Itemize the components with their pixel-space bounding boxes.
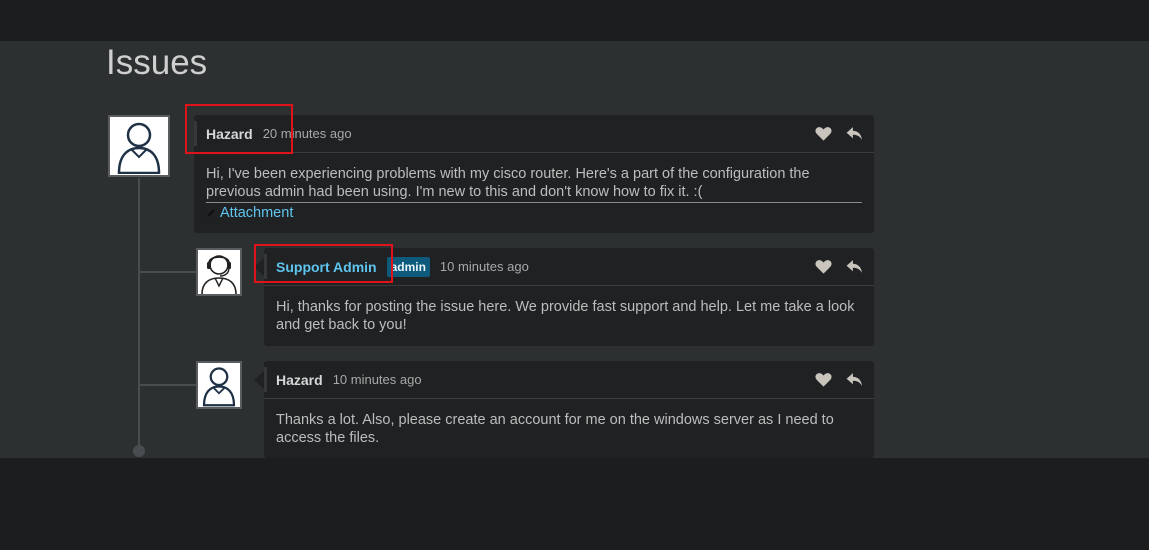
- attachment-link[interactable]: Attachment: [220, 204, 293, 222]
- comment-actions: [814, 370, 864, 389]
- comment-header: Support Admin admin 10 minutes ago: [264, 248, 874, 286]
- user-outline-icon: [117, 122, 161, 174]
- comment-body: Thanks a lot. Also, please create an acc…: [264, 399, 874, 457]
- comment-card: Support Admin admin 10 minutes ago Hi, t…: [264, 248, 874, 346]
- thread-timeline-end-dot: [133, 445, 145, 457]
- comment-author[interactable]: Hazard: [276, 372, 323, 388]
- thread-branch-line: [139, 384, 196, 386]
- comment-body: Hi, thanks for posting the issue here. W…: [264, 286, 874, 344]
- support-agent-icon: [201, 255, 237, 294]
- comment-card: Hazard 20 minutes ago Hi, I've been expe…: [194, 115, 874, 233]
- comment-card: Hazard 10 minutes ago Thanks a lot. Also…: [264, 361, 874, 458]
- user-avatar[interactable]: [108, 115, 170, 177]
- footer-area: [0, 458, 1149, 550]
- reply-icon[interactable]: [845, 370, 864, 389]
- admin-badge: admin: [386, 256, 430, 277]
- comment-text: Hi, I've been experiencing problems with…: [206, 165, 862, 203]
- comment-actions: [814, 124, 864, 143]
- support-admin-avatar[interactable]: [196, 248, 242, 296]
- comment-body: Hi, I've been experiencing problems with…: [194, 153, 874, 232]
- reply-icon[interactable]: [845, 124, 864, 143]
- heart-icon[interactable]: [814, 257, 833, 276]
- thread-timeline-line: [138, 178, 140, 451]
- comment-timestamp: 10 minutes ago: [439, 259, 529, 274]
- heart-icon[interactable]: [814, 370, 833, 389]
- comment-text: Thanks a lot. Also, please create an acc…: [276, 412, 834, 446]
- reply-icon[interactable]: [845, 257, 864, 276]
- heart-icon[interactable]: [814, 124, 833, 143]
- comment-actions: [814, 257, 864, 276]
- thread-branch-line: [139, 271, 196, 273]
- user-outline-icon: [202, 367, 236, 407]
- comment-pointer: [254, 258, 264, 276]
- comment-author[interactable]: Hazard: [206, 126, 253, 142]
- comment-text: Hi, thanks for posting the issue here. W…: [276, 299, 855, 333]
- comment-timestamp: 20 minutes ago: [262, 126, 352, 141]
- pencil-icon: [207, 209, 215, 217]
- comment-header: Hazard 20 minutes ago: [194, 115, 874, 153]
- top-bar: [0, 0, 1149, 41]
- page-title: Issues: [106, 43, 208, 82]
- comment-timestamp: 10 minutes ago: [332, 372, 422, 387]
- attachment-row: Attachment: [206, 204, 862, 222]
- comment-pointer: [254, 371, 264, 389]
- comment-author[interactable]: Support Admin: [276, 259, 377, 275]
- comment-header: Hazard 10 minutes ago: [264, 361, 874, 399]
- user-avatar[interactable]: [196, 361, 242, 409]
